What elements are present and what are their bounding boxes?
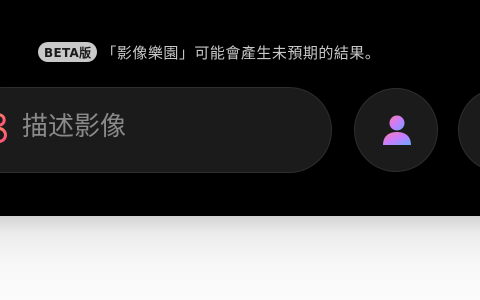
beta-notice-text: 「影像樂園」可能會產生未預期的結果。	[101, 43, 381, 62]
beta-badge: BETA版	[38, 42, 98, 62]
more-style-button[interactable]	[458, 88, 480, 172]
prompt-input[interactable]	[22, 107, 302, 147]
playground-sparkle-icon	[0, 113, 7, 143]
beta-notice: BETA版 「影像樂園」可能會產生未預期的結果。	[38, 41, 380, 63]
screen: BETA版 「影像樂園」可能會產生未預期的結果。	[0, 0, 480, 300]
person-avatar-button[interactable]	[354, 88, 438, 172]
background-fade	[0, 216, 480, 300]
image-playground-panel: BETA版 「影像樂園」可能會產生未預期的結果。	[0, 0, 480, 216]
person-icon	[383, 115, 411, 145]
